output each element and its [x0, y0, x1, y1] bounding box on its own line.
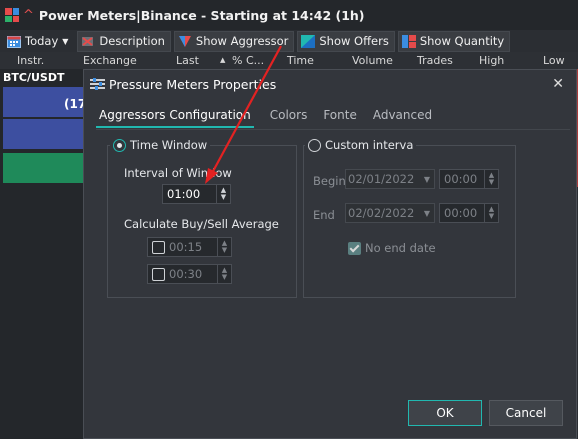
no-end-date-checkbox[interactable]: No end date	[348, 241, 436, 255]
sell-pressure-bar	[3, 119, 84, 149]
column-header-instr[interactable]: Instr.	[17, 54, 44, 67]
window-titlebar: ^ Power Meters|Binance - Starting at 14:…	[0, 0, 578, 30]
column-header-change[interactable]: % C...	[232, 54, 264, 67]
column-header-last[interactable]: Last	[176, 54, 199, 67]
interval-of-window-label: Interval of Window	[124, 166, 232, 180]
radio-selected-icon	[113, 138, 126, 152]
end-date-picker[interactable]: 02/02/2022 ▼	[345, 203, 435, 223]
sort-up-icon: ▲	[220, 56, 226, 64]
show-aggressor-label: Show Aggressor	[195, 34, 289, 48]
dialog-title: Pressure Meters Properties	[109, 76, 277, 92]
dialog-tabs: Aggressors Configuration Colors Fonte Ad…	[96, 108, 432, 128]
column-header-volume[interactable]: Volume	[352, 54, 393, 67]
sliders-icon	[90, 78, 105, 90]
column-header-high[interactable]: High	[479, 54, 504, 67]
tab-divider	[96, 129, 570, 130]
no-end-date-label: No end date	[365, 241, 436, 255]
average-1-checkbox[interactable]	[152, 240, 165, 254]
cancel-button[interactable]: Cancel	[489, 400, 563, 426]
tab-advanced[interactable]: Advanced	[373, 108, 432, 128]
ok-button[interactable]: OK	[408, 400, 482, 426]
tab-aggressors-configuration[interactable]: Aggressors Configuration	[96, 108, 254, 128]
dialog-titlebar: Pressure Meters Properties ✕	[84, 70, 576, 98]
instrument-pane: BTC/USDT (17	[0, 69, 86, 439]
begin-date-picker[interactable]: 02/01/2022 ▼	[345, 169, 435, 189]
offers-icon	[301, 34, 316, 48]
pressure-meters-properties-dialog: Pressure Meters Properties ✕ Aggressors …	[83, 69, 577, 439]
chevron-down-icon: ▼	[423, 208, 431, 218]
custom-interval-label: Custom interva	[325, 138, 414, 152]
begin-time-value: 00:00	[444, 172, 478, 186]
average-1-stepper[interactable]: 00:15 ▲ ▼	[147, 237, 232, 257]
time-window-label: Time Window	[130, 138, 208, 152]
average-2-checkbox[interactable]	[152, 267, 165, 281]
stepper-arrows-icon[interactable]: ▲ ▼	[216, 185, 230, 203]
custom-interval-radio[interactable]: Custom interva	[305, 138, 417, 152]
stepper-arrows-icon[interactable]: ▲ ▼	[217, 265, 231, 283]
calendar-icon	[7, 35, 21, 48]
instrument-symbol[interactable]: BTC/USDT	[3, 71, 64, 84]
column-header-exchange[interactable]: Exchange	[83, 54, 137, 67]
calculate-average-label: Calculate Buy/Sell Average	[124, 217, 279, 231]
tab-fonte[interactable]: Fonte	[323, 108, 357, 128]
description-icon	[81, 35, 95, 48]
average-2-value: 00:30	[169, 267, 203, 281]
close-icon[interactable]: ✕	[552, 76, 564, 92]
column-headers: Instr. Exchange Last ▲ % C... Time Volum…	[0, 52, 578, 69]
average-1-value: 00:15	[169, 240, 203, 254]
stepper-arrows-icon[interactable]: ▲ ▼	[217, 238, 231, 256]
show-offers-label: Show Offers	[319, 34, 389, 48]
show-quantity-label: Show Quantity	[419, 34, 505, 48]
toolbar: Today ▼ Description Show Aggressor Show …	[0, 30, 578, 52]
window-title: Power Meters|Binance - Starting at 14:42…	[38, 7, 365, 23]
description-label: Description	[99, 34, 165, 48]
stepper-arrows-icon[interactable]: ▲ ▼	[484, 204, 498, 222]
interval-of-window-stepper[interactable]: 01:00 ▲ ▼	[162, 184, 231, 204]
show-aggressor-button[interactable]: Show Aggressor	[173, 30, 295, 52]
average-2-stepper[interactable]: 00:30 ▲ ▼	[147, 264, 232, 284]
balance-bar	[3, 153, 84, 183]
chevron-down-icon: ▼	[62, 36, 69, 46]
show-quantity-button[interactable]: Show Quantity	[397, 30, 511, 52]
begin-label: Begin	[313, 174, 346, 188]
begin-date-value: 02/01/2022	[348, 172, 415, 186]
column-header-low[interactable]: Low	[543, 54, 565, 67]
column-header-time[interactable]: Time	[287, 54, 314, 67]
column-header-trades[interactable]: Trades	[417, 54, 453, 67]
end-date-value: 02/02/2022	[348, 206, 415, 220]
collapse-chevron-icon[interactable]: ^	[23, 8, 34, 23]
aggressor-icon	[178, 35, 192, 48]
stepper-arrows-icon[interactable]: ▲ ▼	[484, 170, 498, 188]
end-label: End	[313, 208, 335, 222]
checkbox-checked-icon	[348, 241, 361, 255]
end-time-stepper[interactable]: 00:00 ▲ ▼	[439, 203, 499, 223]
time-window-radio[interactable]: Time Window	[110, 138, 211, 152]
tab-colors[interactable]: Colors	[270, 108, 308, 128]
period-dropdown[interactable]: Today ▼	[3, 31, 74, 52]
interval-value: 01:00	[167, 187, 201, 201]
chevron-down-icon: ▼	[423, 174, 431, 184]
description-button[interactable]: Description	[77, 30, 171, 52]
show-offers-button[interactable]: Show Offers	[297, 30, 395, 52]
end-time-value: 00:00	[444, 206, 478, 220]
app-icon	[5, 8, 19, 22]
radio-unselected-icon	[308, 138, 321, 152]
begin-time-stepper[interactable]: 00:00 ▲ ▼	[439, 169, 499, 189]
period-label: Today	[25, 34, 59, 48]
quantity-icon	[401, 34, 416, 48]
